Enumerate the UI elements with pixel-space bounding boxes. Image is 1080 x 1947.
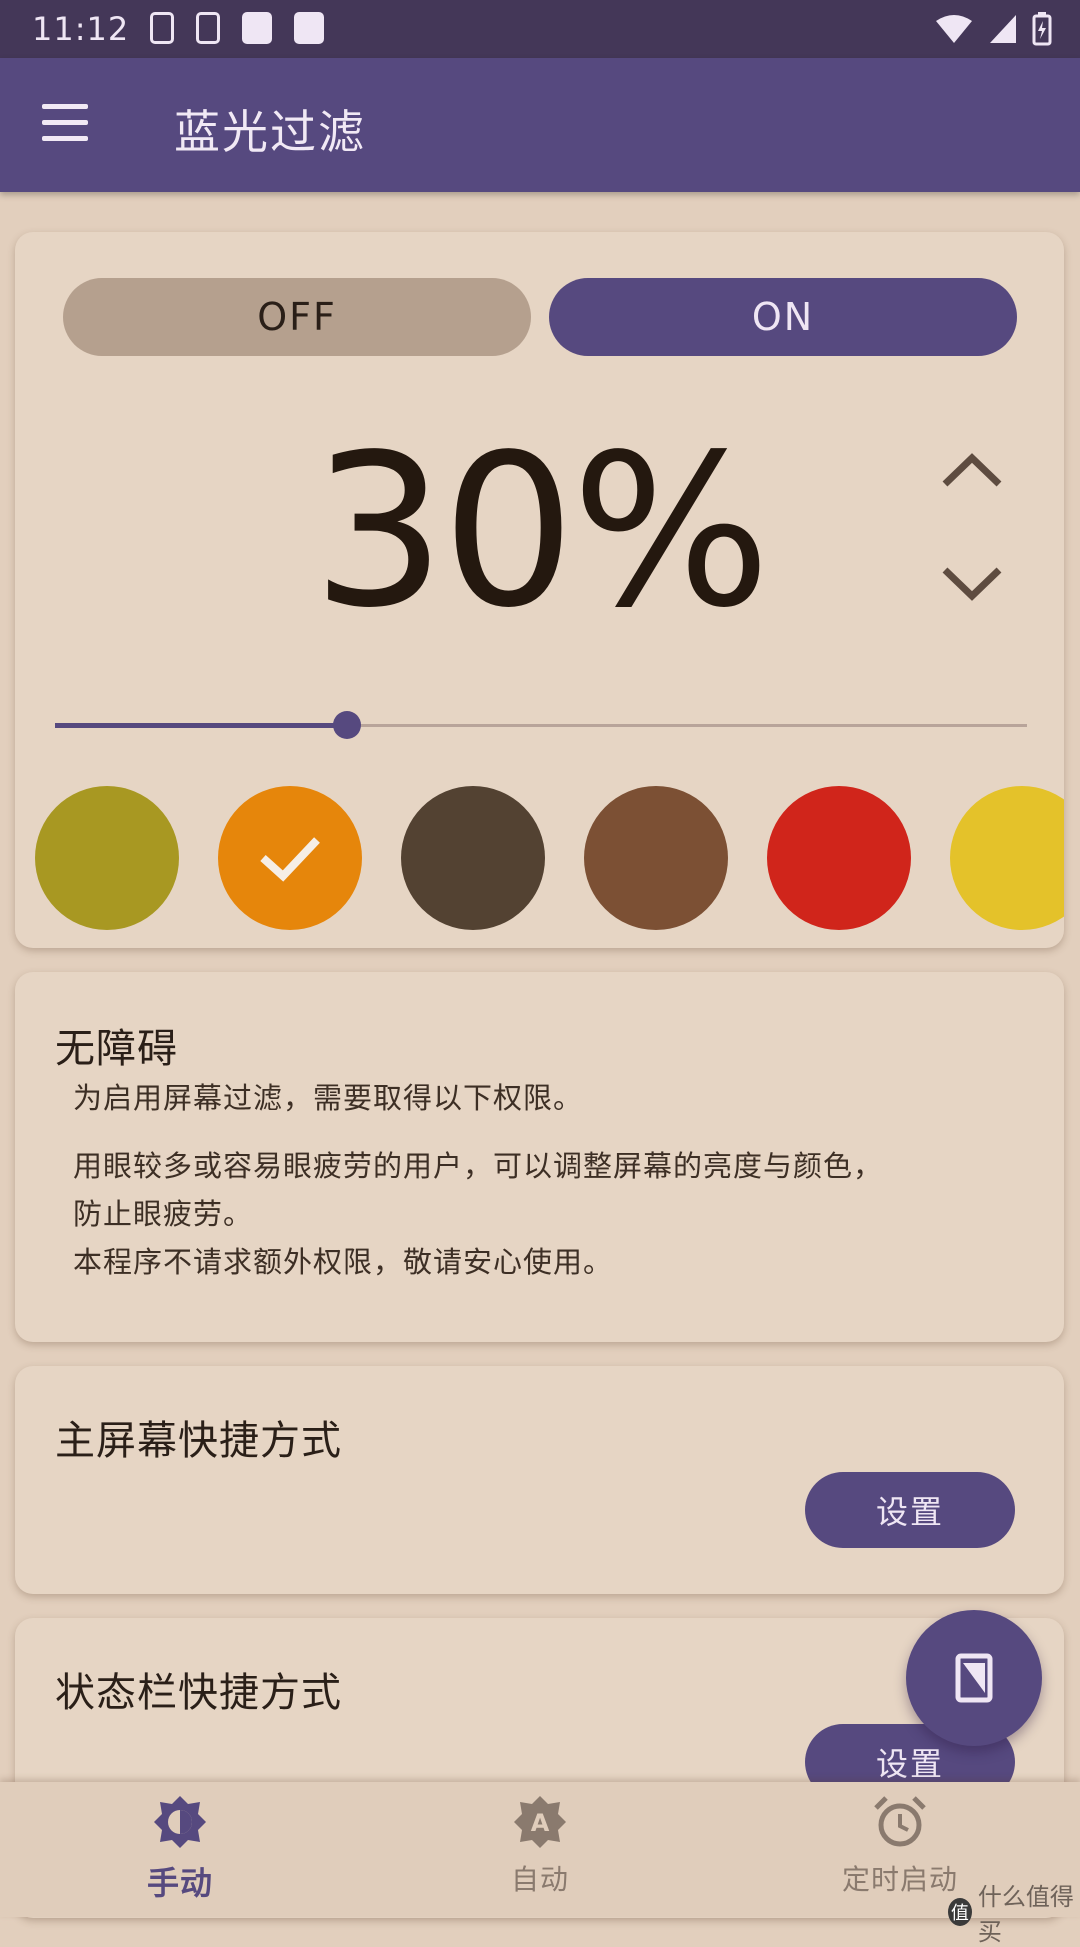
brightness-icon: [154, 1796, 206, 1848]
signal-icon: [990, 15, 1016, 43]
intensity-percent: 30%: [312, 409, 771, 654]
filter-fab-button[interactable]: [906, 1610, 1042, 1746]
chevron-down-icon[interactable]: [937, 552, 1007, 612]
app-notification-icon: [242, 12, 272, 44]
nav-label-manual: 手动: [146, 1864, 213, 1902]
color-swatch-1[interactable]: [35, 786, 179, 930]
color-swatch-row: [15, 786, 1064, 936]
color-swatch-5[interactable]: [767, 786, 911, 930]
accessibility-text-1: 为启用屏幕过滤，需要取得以下权限。: [73, 1081, 584, 1115]
accessibility-text-3: 防止眼疲劳。: [73, 1197, 254, 1231]
menu-icon[interactable]: [42, 104, 90, 144]
accessibility-text-4: 本程序不请求额外权限，敬请安心使用。: [73, 1245, 614, 1279]
accessibility-heading: 无障碍: [55, 1026, 178, 1072]
battery-icon: [1032, 12, 1052, 46]
on-button[interactable]: ON: [549, 278, 1017, 356]
page-title: 蓝光过滤: [174, 105, 366, 159]
filter-card: OFF ON 30%: [15, 232, 1064, 948]
alarm-clock-icon: [874, 1796, 926, 1847]
app-notification-icon-2: [294, 12, 324, 44]
home-shortcut-card: 主屏幕快捷方式 设置: [15, 1366, 1064, 1594]
accessibility-text-2: 用眼较多或容易眼疲劳的用户，可以调整屏幕的亮度与颜色，: [73, 1149, 884, 1183]
bottom-navigation: 手动 A 自动 定时启动: [0, 1782, 1080, 1917]
nav-item-auto[interactable]: A 自动: [410, 1794, 670, 1909]
check-icon: [260, 837, 320, 882]
wifi-icon: [936, 15, 972, 43]
color-swatch-3[interactable]: [401, 786, 545, 930]
system-icons: [934, 12, 1052, 46]
home-shortcut-set-button[interactable]: 设置: [805, 1472, 1015, 1548]
off-button[interactable]: OFF: [63, 278, 531, 356]
photo-notification-icon: [150, 12, 174, 44]
phone-filter-icon: [955, 1653, 993, 1703]
slider-fill: [55, 723, 347, 728]
accessibility-card: 无障碍 为启用屏幕过滤，需要取得以下权限。 用眼较多或容易眼疲劳的用户，可以调整…: [15, 972, 1064, 1342]
slider-thumb[interactable]: [333, 711, 361, 739]
notification-icons: [150, 12, 324, 44]
watermark-text: 什么值得买: [977, 1883, 1074, 1946]
status-time: 11:12: [32, 10, 130, 48]
app-bar: 蓝光过滤: [0, 58, 1080, 192]
chevron-up-icon[interactable]: [937, 442, 1007, 502]
color-swatch-4[interactable]: [584, 786, 728, 930]
watermark-badge: 值: [948, 1898, 972, 1926]
intensity-slider[interactable]: [55, 706, 1027, 746]
color-swatch-2[interactable]: [218, 786, 362, 930]
statusbar-shortcut-heading: 状态栏快捷方式: [55, 1670, 342, 1716]
nav-label-auto: 自动: [510, 1863, 569, 1896]
auto-brightness-icon: A: [514, 1796, 566, 1848]
nav-item-manual[interactable]: 手动: [50, 1794, 310, 1909]
sim-notification-icon: [196, 12, 220, 44]
watermark: 值 什么值得买: [948, 1877, 1080, 1947]
home-shortcut-heading: 主屏幕快捷方式: [55, 1418, 342, 1464]
nav-label-timer: 定时启动: [841, 1863, 958, 1896]
status-bar: 11:12: [0, 0, 1080, 58]
svg-text:A: A: [531, 1809, 550, 1837]
color-swatch-6[interactable]: [950, 786, 1064, 930]
